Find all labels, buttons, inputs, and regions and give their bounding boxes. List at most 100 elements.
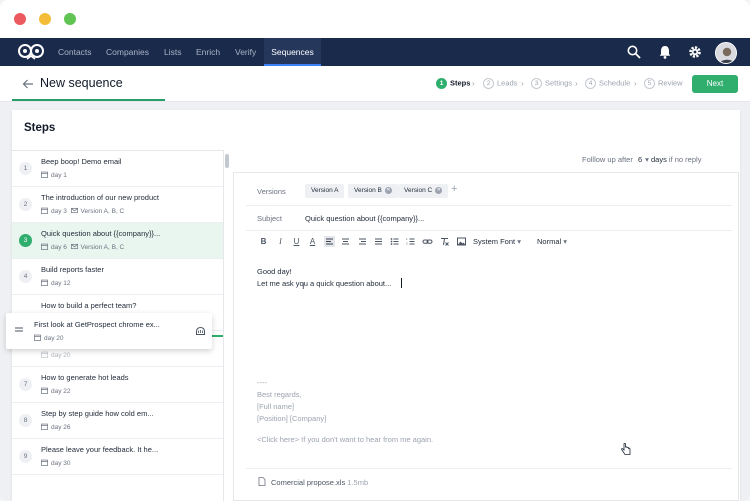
stepper-step-steps[interactable]: 1 Steps <box>436 78 470 91</box>
chevron-right-icon: › <box>634 79 637 88</box>
step-title: Step by step guide how cold em... <box>41 409 154 418</box>
version-chip-a[interactable]: Version A <box>305 184 345 198</box>
version-chip-c[interactable]: Version C ✕ <box>398 184 449 198</box>
nav-companies[interactable]: Companies <box>106 38 149 66</box>
numbered-list-icon[interactable]: 12 <box>405 236 416 247</box>
bold-icon[interactable]: B <box>258 236 269 247</box>
window-close-button[interactable] <box>14 13 26 25</box>
step-title: Beep boop! Demo email <box>41 157 122 166</box>
font-size-select[interactable]: Normal ▾ <box>537 237 567 246</box>
versions-label: Versions <box>257 187 286 196</box>
calendar-icon <box>41 207 48 214</box>
signature-line[interactable]: [Position] [Company] <box>257 414 326 423</box>
stepper-number: 5 <box>644 78 655 89</box>
step-row-active[interactable]: 3 Quick question about {{company}}... da… <box>12 223 223 259</box>
step-day: day 20 <box>44 335 64 342</box>
step-row[interactable]: 7 How to generate hot leads day 22 <box>12 367 223 403</box>
envelope-icon <box>70 207 78 214</box>
step-meta: day 6 Version A, B, C <box>41 243 124 251</box>
add-version-button[interactable]: + <box>451 183 457 195</box>
step-title: Build reports faster <box>41 265 104 274</box>
step-title: How to generate hot leads <box>41 373 129 382</box>
nav-lists[interactable]: Lists <box>164 38 181 66</box>
stepper-step-settings[interactable]: 3 Settings <box>531 78 572 91</box>
email-body-line[interactable]: Let me ask you a quick question about... <box>257 279 391 288</box>
step-day: day 30 <box>51 460 71 467</box>
followup-suffix: if no reply <box>668 155 702 164</box>
clear-format-icon[interactable] <box>439 236 450 247</box>
step-row[interactable]: 1 Beep boop! Demo email day 1 <box>12 151 223 187</box>
step-meta: day 20 <box>34 334 64 342</box>
search-icon[interactable] <box>626 44 642 60</box>
version-chip-b[interactable]: Version B ✕ <box>348 184 398 198</box>
chevron-down-icon: ▾ <box>517 237 521 246</box>
subject-input[interactable]: Quick question about {{company}}... <box>305 214 424 223</box>
stepper-number: 4 <box>585 78 596 89</box>
stepper-number: 2 <box>483 78 494 89</box>
step-number: 9 <box>19 450 32 463</box>
stepper-step-review[interactable]: 5 Review <box>644 78 683 91</box>
text-color-icon[interactable]: A <box>307 236 318 247</box>
back-arrow-icon[interactable] <box>22 78 34 90</box>
stepper-label: Steps <box>450 78 471 88</box>
window-maximize-button[interactable] <box>64 13 76 25</box>
step-day: day 22 <box>51 388 71 395</box>
remove-version-icon[interactable]: ✕ <box>435 186 443 194</box>
email-body-line[interactable]: Good day! <box>257 267 292 276</box>
attachment-item[interactable]: Comercial propose.xls 1.5mb <box>258 477 368 487</box>
font-family-select[interactable]: System Font ▾ <box>473 237 521 246</box>
step-title: The introduction of our new product <box>41 193 159 202</box>
nav-contacts[interactable]: Contacts <box>58 38 92 66</box>
image-icon[interactable] <box>456 236 467 247</box>
align-center-icon[interactable] <box>340 236 351 247</box>
step-meta: day 22 <box>41 387 71 395</box>
svg-text:1: 1 <box>406 237 408 241</box>
signature-line[interactable]: ---- <box>257 378 267 387</box>
subject-label: Subject <box>257 214 283 223</box>
user-avatar[interactable] <box>715 42 737 64</box>
font-family-value: System Font <box>473 237 516 246</box>
step-title: Please leave your feedback. It he... <box>41 445 159 454</box>
bell-icon[interactable] <box>657 44 673 60</box>
followup-days-select[interactable]: 6 <box>638 155 642 164</box>
calendar-icon <box>41 351 48 358</box>
stepper-step-leads[interactable]: 2 Leads <box>483 78 517 91</box>
step-number: 4 <box>19 270 32 283</box>
step-row[interactable]: 2 The introduction of our new product da… <box>12 187 223 223</box>
align-justify-icon[interactable] <box>373 236 384 247</box>
underline-icon[interactable]: U <box>291 236 302 247</box>
window-minimize-button[interactable] <box>39 13 51 25</box>
nav-verify[interactable]: Verify <box>235 38 256 66</box>
align-right-icon[interactable] <box>357 236 368 247</box>
step-row[interactable]: 9 Please leave your feedback. It he... d… <box>12 439 223 475</box>
gear-icon[interactable] <box>687 44 703 60</box>
app-logo[interactable] <box>18 42 44 62</box>
nav-sequences[interactable]: Sequences <box>264 38 321 66</box>
steps-scrollbar[interactable] <box>225 154 229 168</box>
font-size-value: Normal <box>537 237 562 246</box>
step-row[interactable]: 4 Build reports faster day 12 <box>12 259 223 295</box>
app-window: Contacts Companies Lists Enrich Verify S… <box>0 0 750 501</box>
svg-text:2: 2 <box>406 242 408 246</box>
align-left-icon[interactable] <box>324 236 335 247</box>
italic-icon[interactable]: I <box>275 236 286 247</box>
unsubscribe-line[interactable]: <Click here> If you don't want to hear f… <box>257 435 433 444</box>
bullet-list-icon[interactable] <box>389 236 400 247</box>
link-icon[interactable] <box>422 236 433 247</box>
active-title-underline <box>12 99 165 101</box>
signature-line[interactable]: Best regards, <box>257 390 302 399</box>
chevron-right-icon: › <box>575 79 578 88</box>
nav-enrich[interactable]: Enrich <box>196 38 220 66</box>
dragging-step-card[interactable]: First look at GetProspect chrome ex... d… <box>6 313 212 349</box>
chevron-down-icon[interactable]: ▾ <box>645 155 649 164</box>
drag-handle-icon[interactable] <box>15 327 23 333</box>
step-title: First look at GetProspect chrome ex... <box>34 320 160 329</box>
chevron-right-icon: › <box>521 79 524 88</box>
signature-line[interactable]: [Full name] <box>257 402 294 411</box>
stepper-step-schedule[interactable]: 4 Schedule <box>585 78 630 91</box>
remove-version-icon[interactable]: ✕ <box>384 186 392 194</box>
next-button[interactable]: Next <box>692 75 738 93</box>
step-row[interactable]: 8 Step by step guide how cold em... day … <box>12 403 223 439</box>
calendar-icon <box>41 387 48 394</box>
calendar-icon <box>34 334 41 341</box>
